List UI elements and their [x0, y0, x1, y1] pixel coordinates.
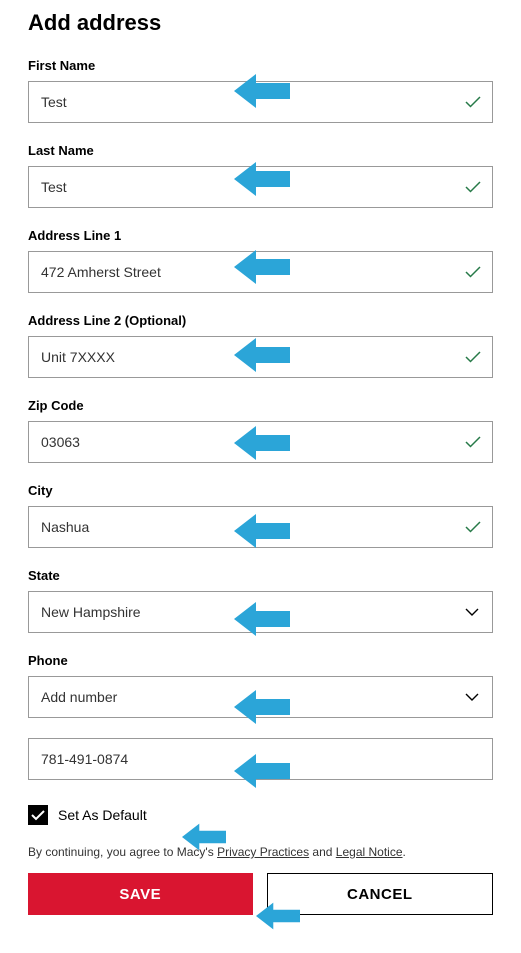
legal-prefix: By continuing, you agree to Macy's	[28, 845, 217, 859]
legal-notice-link[interactable]: Legal Notice	[336, 845, 403, 859]
privacy-practices-link[interactable]: Privacy Practices	[217, 845, 309, 859]
state-label: State	[28, 568, 493, 583]
legal-text: By continuing, you agree to Macy's Priva…	[28, 845, 493, 859]
phone-number-input[interactable]	[28, 738, 493, 780]
state-select[interactable]	[28, 591, 493, 633]
save-button[interactable]: SAVE	[28, 873, 253, 915]
form-group-address1: Address Line 1	[28, 228, 493, 293]
form-group-state: State	[28, 568, 493, 633]
zip-label: Zip Code	[28, 398, 493, 413]
zip-input[interactable]	[28, 421, 493, 463]
address1-input[interactable]	[28, 251, 493, 293]
form-group-first-name: First Name	[28, 58, 493, 123]
last-name-input[interactable]	[28, 166, 493, 208]
address2-input[interactable]	[28, 336, 493, 378]
form-group-last-name: Last Name	[28, 143, 493, 208]
form-group-phone-number	[28, 738, 493, 780]
form-group-city: City	[28, 483, 493, 548]
button-row: SAVE CANCEL	[28, 873, 493, 915]
set-default-row: Set As Default	[28, 805, 493, 825]
address1-label: Address Line 1	[28, 228, 493, 243]
city-label: City	[28, 483, 493, 498]
set-default-label: Set As Default	[58, 807, 147, 823]
address2-label: Address Line 2 (Optional)	[28, 313, 493, 328]
dialog-title: Add address	[28, 10, 493, 36]
cancel-button[interactable]: CANCEL	[267, 873, 494, 915]
first-name-input[interactable]	[28, 81, 493, 123]
legal-suffix: .	[403, 845, 406, 859]
form-group-address2: Address Line 2 (Optional)	[28, 313, 493, 378]
phone-select[interactable]	[28, 676, 493, 718]
form-group-zip: Zip Code	[28, 398, 493, 463]
set-default-checkbox[interactable]	[28, 805, 48, 825]
first-name-label: First Name	[28, 58, 493, 73]
city-input[interactable]	[28, 506, 493, 548]
phone-label: Phone	[28, 653, 493, 668]
form-group-phone: Phone	[28, 653, 493, 718]
last-name-label: Last Name	[28, 143, 493, 158]
legal-mid: and	[309, 845, 336, 859]
